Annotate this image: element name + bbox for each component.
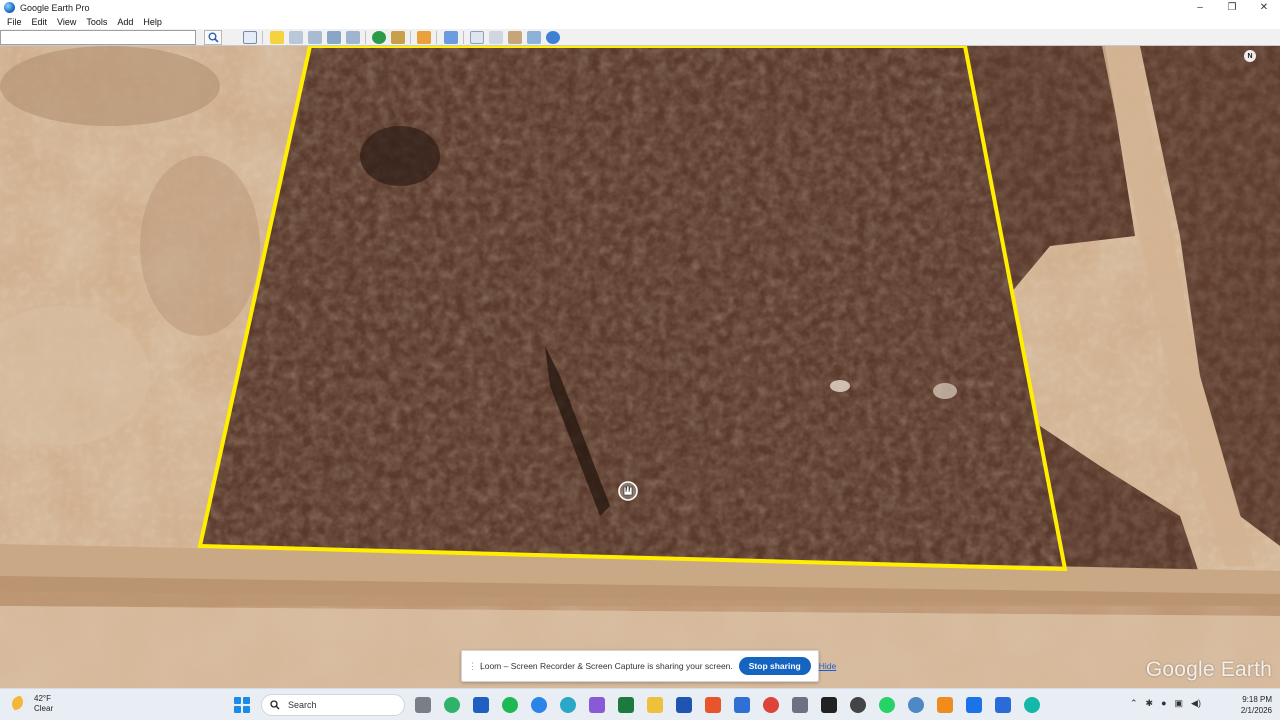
save-image-icon[interactable] xyxy=(508,31,522,44)
file-explorer-icon[interactable] xyxy=(647,697,663,713)
title-bar: Google Earth Pro – ❐ ✕ xyxy=(0,0,1280,15)
email-icon[interactable] xyxy=(470,31,484,44)
google-earth-icon xyxy=(4,2,15,13)
maps-app-icon[interactable] xyxy=(444,697,460,713)
historical-imagery-icon[interactable] xyxy=(372,31,386,44)
earth-icon[interactable] xyxy=(546,31,560,44)
clock-date: 2/1/2026 xyxy=(1240,706,1272,715)
restore-button[interactable]: ❐ xyxy=(1216,0,1248,15)
drag-handle-icon[interactable]: ⋮⋮ xyxy=(468,661,486,672)
path-icon[interactable] xyxy=(308,31,322,44)
placemark-icon[interactable] xyxy=(270,31,284,44)
system-tray: ⌃ ✱ ● ▣ ◀) xyxy=(1130,698,1201,709)
task-view-icon[interactable] xyxy=(415,697,431,713)
hide-link[interactable]: Hide xyxy=(819,661,836,671)
taskbar: 42°F Clear Search ⌃ ✱ ● ▣ ◀) 9:18 PM 2/1… xyxy=(0,688,1280,720)
menu-bar: File Edit View Tools Add Help xyxy=(0,15,1280,29)
outlook-icon[interactable] xyxy=(473,697,489,713)
whatsapp-icon[interactable] xyxy=(879,697,895,713)
search-icon xyxy=(208,32,219,43)
browser-icon[interactable] xyxy=(531,697,547,713)
window-title: Google Earth Pro xyxy=(20,2,90,13)
menu-help[interactable]: Help xyxy=(138,17,167,27)
calendar-icon[interactable] xyxy=(734,697,750,713)
menu-file[interactable]: File xyxy=(2,17,27,27)
sidebar-toggle-icon[interactable] xyxy=(243,31,257,44)
hand-cursor-icon xyxy=(618,481,638,501)
terrain-patch xyxy=(140,156,260,336)
word-icon[interactable] xyxy=(676,697,692,713)
moon-icon xyxy=(12,696,28,712)
search-button[interactable] xyxy=(204,30,222,45)
loom-sharing-banner: ⋮⋮ Loom – Screen Recorder & Screen Captu… xyxy=(461,650,836,682)
windows-logo-icon xyxy=(234,697,241,704)
print-icon[interactable] xyxy=(489,31,503,44)
image-overlay-icon[interactable] xyxy=(327,31,341,44)
excel-icon[interactable] xyxy=(618,697,634,713)
spotify-icon[interactable] xyxy=(502,697,518,713)
toolbar-separator xyxy=(262,31,263,44)
search-icon xyxy=(270,700,280,710)
app-tray-icon[interactable]: ✱ xyxy=(1146,698,1154,709)
minimize-button[interactable]: – xyxy=(1184,0,1216,15)
google-earth-logo: Google Earth xyxy=(1145,658,1272,681)
chrome-icon[interactable] xyxy=(763,697,779,713)
compass-north-icon[interactable]: N xyxy=(1244,50,1256,62)
menu-view[interactable]: View xyxy=(52,17,81,27)
canva-icon[interactable] xyxy=(1024,697,1040,713)
github-icon[interactable] xyxy=(850,697,866,713)
brave-icon[interactable] xyxy=(705,697,721,713)
chevron-up-icon[interactable]: ⌃ xyxy=(1130,698,1138,709)
planets-icon[interactable] xyxy=(417,31,431,44)
defender-icon[interactable] xyxy=(995,697,1011,713)
terrain-patch xyxy=(0,46,220,126)
close-button[interactable]: ✕ xyxy=(1248,0,1280,15)
menu-add[interactable]: Add xyxy=(112,17,138,27)
notepad-icon[interactable] xyxy=(792,697,808,713)
toolbar xyxy=(0,29,1280,46)
toolbar-separator xyxy=(365,31,366,44)
ruler-icon[interactable] xyxy=(444,31,458,44)
view-in-maps-icon[interactable] xyxy=(527,31,541,44)
weather-temp: 42°F xyxy=(34,694,51,703)
map-view[interactable]: N Google Earth xyxy=(0,46,1280,688)
menu-tools[interactable]: Tools xyxy=(81,17,112,27)
search-input[interactable] xyxy=(0,30,196,45)
weather-widget[interactable]: 42°F Clear xyxy=(12,694,53,714)
toolbar-separator xyxy=(463,31,464,44)
record-tour-icon[interactable] xyxy=(346,31,360,44)
taskbar-search-label: Search xyxy=(288,700,317,710)
window-controls: – ❐ ✕ xyxy=(1184,0,1280,15)
clock[interactable]: 9:18 PM 2/1/2026 xyxy=(1241,694,1272,716)
stop-sharing-button[interactable]: Stop sharing xyxy=(738,657,811,675)
google-earth-taskbar-icon[interactable] xyxy=(908,697,924,713)
loom-message: Loom – Screen Recorder & Screen Capture … xyxy=(480,661,733,671)
capcut-icon[interactable] xyxy=(821,697,837,713)
network-icon[interactable]: ▣ xyxy=(1175,698,1184,709)
edge-icon[interactable] xyxy=(560,697,576,713)
sticky-notes-icon[interactable] xyxy=(937,697,953,713)
toolbar-separator xyxy=(410,31,411,44)
toolbar-separator xyxy=(436,31,437,44)
polygon-icon[interactable] xyxy=(289,31,303,44)
weather-desc: Clear xyxy=(34,704,54,713)
menu-edit[interactable]: Edit xyxy=(27,17,53,27)
taskbar-search[interactable]: Search xyxy=(261,694,405,716)
start-button[interactable] xyxy=(234,697,250,713)
microphone-icon[interactable]: ● xyxy=(1161,698,1166,709)
satellite-imagery xyxy=(0,46,1280,688)
copilot-icon[interactable] xyxy=(589,697,605,713)
volume-icon[interactable]: ◀) xyxy=(1191,698,1201,709)
clock-time: 9:18 PM xyxy=(1242,695,1272,704)
to-do-icon[interactable] xyxy=(966,697,982,713)
sunlight-icon[interactable] xyxy=(391,31,405,44)
